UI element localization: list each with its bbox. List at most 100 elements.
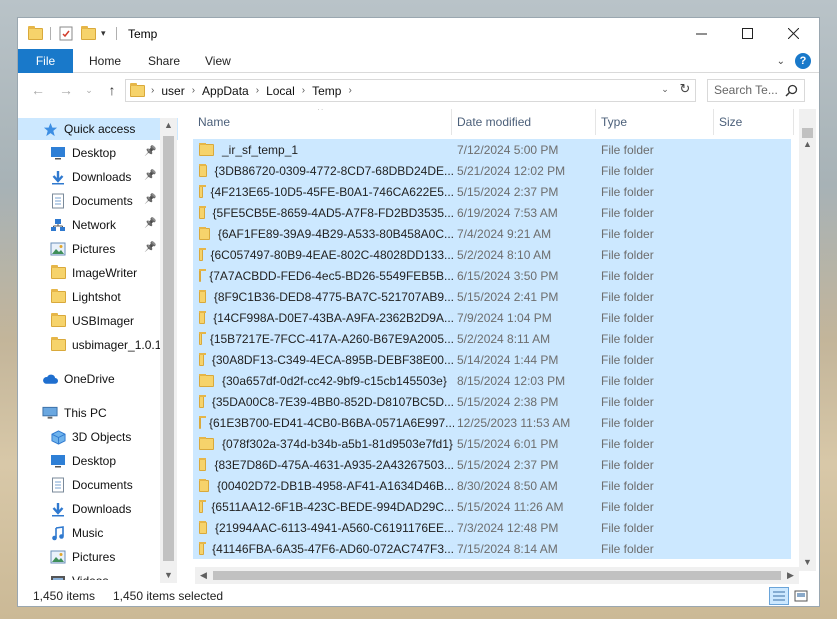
nav-item-this-pc[interactable]: This PC [18, 402, 178, 424]
nav-item-downloads[interactable]: Downloads [18, 498, 178, 520]
horizontal-scroll-thumb[interactable] [213, 571, 781, 580]
column-name[interactable]: Name [193, 109, 452, 135]
maximize-button[interactable] [724, 18, 770, 49]
file-type: File folder [601, 143, 654, 157]
nav-item-music[interactable]: Music [18, 522, 178, 544]
nav-item-label: ImageWriter [72, 266, 138, 280]
file-type: File folder [601, 521, 654, 535]
breadcrumb-temp[interactable]: Temp [305, 84, 348, 98]
location-folder-icon [130, 82, 145, 97]
refresh-icon[interactable]: ↻ [676, 80, 694, 98]
list-scroll-thumb[interactable] [802, 128, 813, 138]
table-row[interactable]: {8F9C1B36-DED8-4775-BA7C-521707AB9... 5/1… [193, 286, 791, 307]
table-row[interactable]: {30a657df-0d2f-cc42-9bf9-c15cb145503e} 8/… [193, 370, 791, 391]
customize-qat-icon[interactable]: ▾ [101, 25, 106, 42]
breadcrumb-local[interactable]: Local [259, 84, 302, 98]
table-row[interactable]: {14CF998A-D0E7-43BA-A9FA-2362B2D9A... 7/9… [193, 307, 791, 328]
table-row[interactable]: {6AF1FE89-39A9-4B29-A533-80B458A0C... 7/4… [193, 223, 791, 244]
table-row[interactable]: {15B7217E-7FCC-417A-A260-B67E9A2005... 5/… [193, 328, 791, 349]
table-row[interactable]: {21994AAC-6113-4941-A560-C6191176EE... 7/… [193, 517, 791, 538]
nav-item-desktop[interactable]: Desktop [18, 450, 178, 472]
scroll-down-icon[interactable]: ▼ [803, 557, 812, 567]
forward-button[interactable]: → [56, 80, 76, 100]
list-scrollbar[interactable]: ▲ ▼ [799, 109, 816, 571]
column-type[interactable]: Type [596, 109, 714, 135]
column-size[interactable]: Size [714, 109, 794, 135]
table-row[interactable]: {5FE5CB5E-8659-4AD5-A7F8-FD2BD3535... 6/1… [193, 202, 791, 223]
file-type: File folder [601, 395, 654, 409]
chevron-right-icon[interactable]: › [348, 85, 351, 96]
tab-home[interactable]: Home [75, 49, 135, 73]
address-dropdown-icon[interactable]: ⌄ [656, 80, 674, 98]
table-row[interactable]: {7A7ACBDD-FED6-4ec5-BD26-5549FEB5B... 6/1… [193, 265, 791, 286]
tab-view[interactable]: View [191, 49, 245, 73]
nav-item-onedrive[interactable]: OneDrive [18, 368, 178, 390]
nav-item-pictures[interactable]: Pictures [18, 546, 178, 568]
table-row[interactable]: {83E7D86D-475A-4631-A935-2A43267503... 5/… [193, 454, 791, 475]
scroll-right-icon[interactable]: ▶ [787, 570, 794, 581]
nav-item-documents[interactable]: Documents 📌 [18, 190, 178, 212]
file-date: 7/15/2024 8:14 AM [457, 542, 558, 556]
table-row[interactable]: {35DA00C8-7E39-4BB0-852D-D8107BC5D... 5/1… [193, 391, 791, 412]
search-input[interactable]: Search Te... [707, 79, 805, 102]
nav-item-label: This PC [64, 406, 107, 420]
file-date: 5/21/2024 12:02 PM [457, 164, 566, 178]
nav-item-downloads[interactable]: Downloads 📌 [18, 166, 178, 188]
new-folder-icon[interactable] [81, 25, 96, 42]
nav-item-label: 3D Objects [72, 430, 132, 444]
folder-icon [199, 143, 214, 156]
nav-item-quick-access[interactable]: Quick access [18, 118, 178, 140]
table-row[interactable]: {6511AA12-6F1B-423C-BEDE-994DAD29C... 5/1… [193, 496, 791, 517]
nav-item-3d-objects[interactable]: 3D Objects [18, 426, 178, 448]
table-row[interactable]: _ir_sf_temp_1 7/12/2024 5:00 PM File folde… [193, 139, 791, 160]
nav-item-network[interactable]: Network 📌 [18, 214, 178, 236]
help-icon[interactable]: ? [795, 53, 811, 69]
table-row[interactable]: {61E3B700-ED41-4CB0-B6BA-0571A6E997... 12… [193, 412, 791, 433]
back-button[interactable]: ← [28, 80, 48, 100]
horizontal-scrollbar[interactable]: ◀ ▶ [195, 567, 799, 584]
nav-scrollbar[interactable]: ▲ ▼ [160, 118, 177, 583]
scroll-down-icon[interactable]: ▼ [164, 570, 173, 580]
table-row[interactable]: {41146FBA-6A35-47F6-AD60-072AC747F3... 7/… [193, 538, 791, 559]
nav-item-videos[interactable]: Videos [18, 570, 178, 580]
nav-item-pictures[interactable]: Pictures 📌 [18, 238, 178, 260]
scroll-left-icon[interactable]: ◀ [200, 570, 207, 581]
up-button[interactable]: ↑ [102, 80, 122, 100]
address-bar[interactable]: › user › AppData › Local › Temp › [125, 79, 696, 102]
tab-file[interactable]: File [18, 49, 73, 73]
nav-item-usbimager-1-0-1[interactable]: usbimager_1.0.1 [18, 334, 178, 356]
table-row[interactable]: {6C057497-80B9-4EAE-802C-48028DD133... 5/… [193, 244, 791, 265]
recent-locations-button[interactable]: ⌄ [79, 80, 99, 100]
minimize-button[interactable] [678, 18, 724, 49]
properties-icon[interactable] [59, 25, 73, 42]
file-name: {6511AA12-6F1B-423C-BEDE-994DAD29C... [211, 500, 454, 514]
search-icon[interactable] [785, 84, 798, 97]
nav-scroll-thumb[interactable] [163, 136, 174, 561]
nav-item-label: USBImager [72, 314, 135, 328]
table-row[interactable]: {3DB86720-0309-4772-8CD7-68DBD24DE... 5/2… [193, 160, 791, 181]
close-button[interactable] [770, 18, 816, 49]
nav-item-usbimager[interactable]: USBImager [18, 310, 178, 332]
nav-item-lightshot[interactable]: Lightshot [18, 286, 178, 308]
scroll-up-icon[interactable]: ▲ [164, 120, 173, 130]
tab-share[interactable]: Share [134, 49, 194, 73]
status-bar: 1,450 items 1,450 items selected [18, 585, 819, 607]
column-date-modified[interactable]: Date modified [452, 109, 596, 135]
nav-item-label: Network [72, 218, 117, 232]
table-row[interactable]: {30A8DF13-C349-4ECA-895B-DEBF38E00... 5/1… [193, 349, 791, 370]
nav-item-imagewriter[interactable]: ImageWriter [18, 262, 178, 284]
expand-ribbon-icon[interactable]: ⌄ [777, 56, 785, 67]
breadcrumb-appdata[interactable]: AppData [195, 84, 256, 98]
file-type: File folder [601, 353, 654, 367]
scroll-up-icon[interactable]: ▲ [803, 139, 812, 149]
table-row[interactable]: {4F213E65-10D5-45FE-B0A1-746CA622E5... 5/… [193, 181, 791, 202]
breadcrumb-user[interactable]: user [154, 84, 191, 98]
nav-item-desktop[interactable]: Desktop 📌 [18, 142, 178, 164]
table-row[interactable]: {00402D72-DB1B-4958-AF41-A1634D46B... 8/3… [193, 475, 791, 496]
large-icons-view-button[interactable] [791, 587, 811, 605]
details-view-button[interactable] [769, 587, 789, 605]
nav-item-documents[interactable]: Documents [18, 474, 178, 496]
pin-icon: 📌 [144, 194, 157, 205]
folder-icon [50, 313, 66, 329]
table-row[interactable]: {078f302a-374d-b34b-a5b1-81d9503e7fd1} 5/… [193, 433, 791, 454]
